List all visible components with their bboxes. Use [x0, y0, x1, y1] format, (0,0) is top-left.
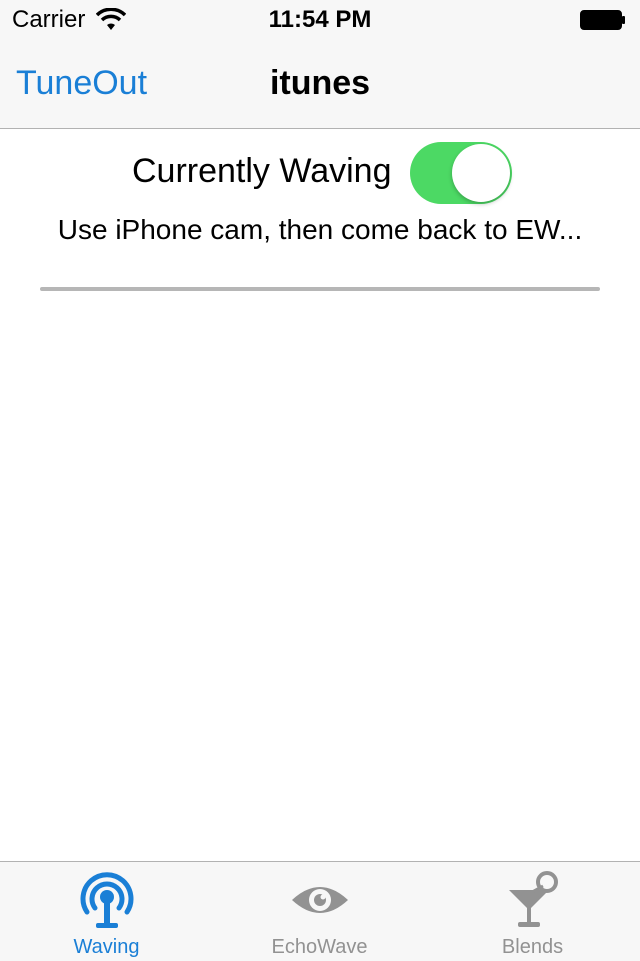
page-title: itunes [269, 64, 371, 102]
progress-bar [40, 287, 600, 291]
hint-text: Use iPhone cam, then come back to EW... [57, 214, 583, 245]
battery-icon [580, 10, 626, 30]
tab-bar: Waving EchoWave Blends [0, 861, 640, 961]
tab-echowave[interactable]: EchoWave [213, 862, 426, 961]
waving-toggle[interactable] [410, 142, 512, 204]
toggle-knob [452, 144, 510, 202]
tab-label: EchoWave [271, 936, 368, 958]
waving-row: Currently Waving [0, 140, 640, 206]
tab-blends[interactable]: Blends [426, 862, 639, 961]
status-time: 11:54 PM [268, 6, 372, 33]
top-bar: Carrier 11:54 PM TuneOut itunes [0, 0, 640, 129]
tab-waving[interactable]: Waving [0, 862, 213, 961]
eye-icon [290, 870, 350, 930]
cocktail-icon [503, 870, 563, 930]
navigation-bar: TuneOut itunes [0, 40, 640, 128]
tab-label: Blends [501, 936, 564, 958]
tab-label: Waving [73, 936, 140, 958]
waving-label: Currently Waving [132, 152, 392, 190]
antenna-icon [77, 870, 137, 930]
status-bar: Carrier 11:54 PM [0, 0, 640, 40]
